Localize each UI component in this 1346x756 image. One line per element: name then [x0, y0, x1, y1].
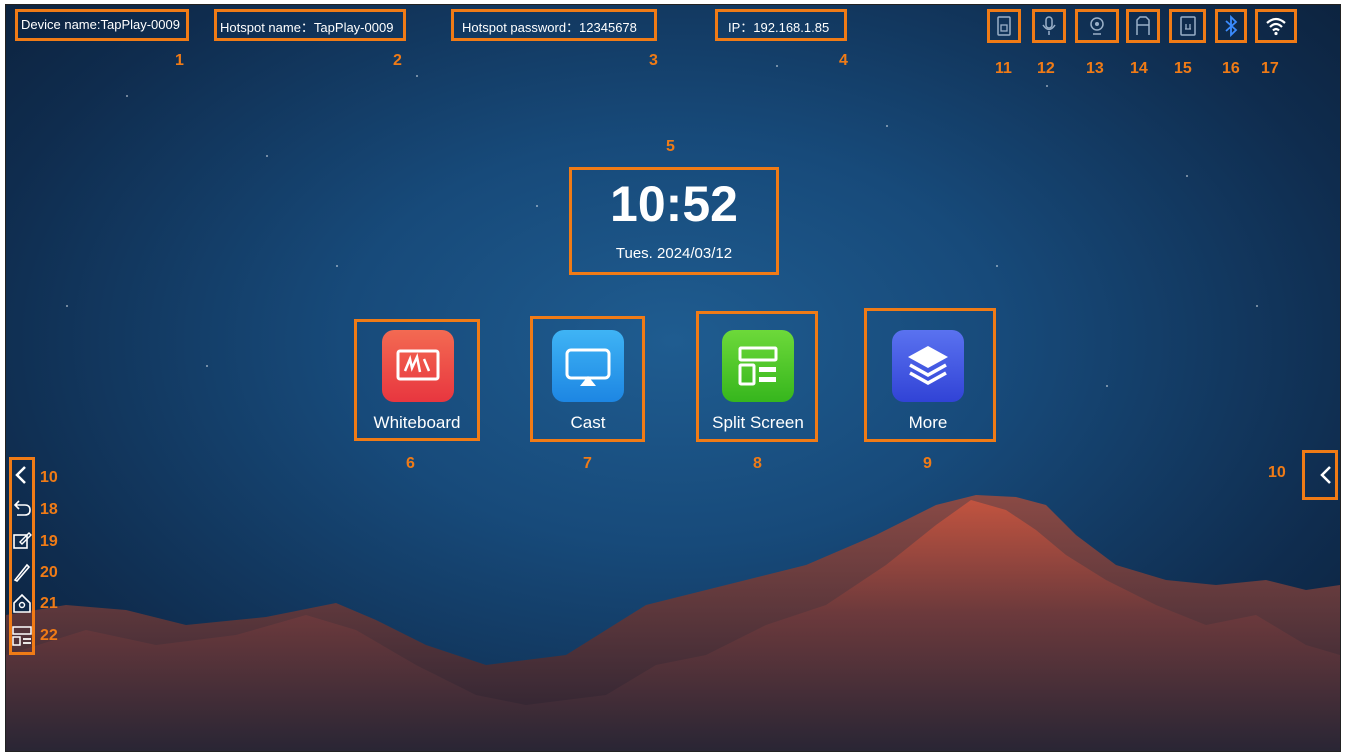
split-screen-icon: [722, 330, 794, 402]
hdmi-icon[interactable]: [1131, 14, 1155, 38]
callout-number-1: 1: [175, 52, 184, 69]
cast-icon: [552, 330, 624, 402]
hotspot-password: Hotspot password：12345678: [462, 20, 637, 35]
pen-icon[interactable]: [11, 561, 33, 583]
collapse-arrow-icon[interactable]: [11, 464, 33, 486]
split-screen-label: Split Screen: [712, 413, 804, 432]
callout-number-13: 13: [1086, 60, 1104, 77]
callout-number-7: 7: [583, 455, 592, 472]
callout-number-19: 19: [40, 533, 58, 550]
callout-number-18: 18: [40, 501, 58, 518]
callout-number-16: 16: [1222, 60, 1240, 77]
callout-number-12: 12: [1037, 60, 1055, 77]
callout-number-5: 5: [666, 138, 675, 155]
whiteboard-icon: [382, 330, 454, 402]
more-label: More: [908, 413, 948, 432]
callout-number-4: 4: [839, 52, 848, 69]
mountain-landscape: [6, 495, 1340, 751]
usb-drive-icon[interactable]: [992, 14, 1016, 38]
wifi-icon[interactable]: [1264, 14, 1288, 38]
layers-icon: [892, 330, 964, 402]
split-screen-icon[interactable]: [11, 625, 33, 647]
usb-icon[interactable]: [1176, 14, 1200, 38]
annotate-icon[interactable]: [11, 529, 33, 551]
whiteboard-label: Whiteboard: [373, 413, 461, 432]
back-icon[interactable]: [11, 496, 33, 518]
clock-date: Tues. 2024/03/12: [615, 245, 733, 262]
device-name: Device name:TapPlay-0009: [21, 17, 180, 32]
desktop-screen: Device name:TapPlay-0009 1 Hotspot name：…: [5, 4, 1341, 752]
callout-number-8: 8: [753, 455, 762, 472]
ip-address: IP：192.168.1.85: [728, 20, 830, 35]
callout-number-15: 15: [1174, 60, 1192, 77]
home-icon[interactable]: [11, 592, 33, 614]
callout-number-11: 11: [995, 60, 1012, 77]
bluetooth-icon[interactable]: [1219, 14, 1243, 38]
callout-number-10-left: 10: [40, 469, 58, 486]
microphone-icon[interactable]: [1037, 14, 1061, 38]
hotspot-name: Hotspot name：TapPlay-0009: [220, 20, 394, 35]
callout-number-21: 21: [40, 595, 58, 612]
callout-number-6: 6: [406, 455, 415, 472]
callout-number-22: 22: [40, 627, 58, 644]
callout-number-10-right: 10: [1268, 464, 1286, 481]
cast-label: Cast: [570, 413, 606, 432]
callout-number-3: 3: [649, 52, 658, 69]
callout-number-14: 14: [1130, 60, 1148, 77]
callout-number-17: 17: [1261, 60, 1279, 77]
callout-number-20: 20: [40, 564, 58, 581]
callout-number-2: 2: [393, 52, 402, 69]
camera-icon[interactable]: [1085, 14, 1109, 38]
callout-number-9: 9: [923, 455, 932, 472]
clock-time: 10:52: [610, 176, 738, 232]
collapse-arrow-icon[interactable]: [1316, 464, 1338, 486]
